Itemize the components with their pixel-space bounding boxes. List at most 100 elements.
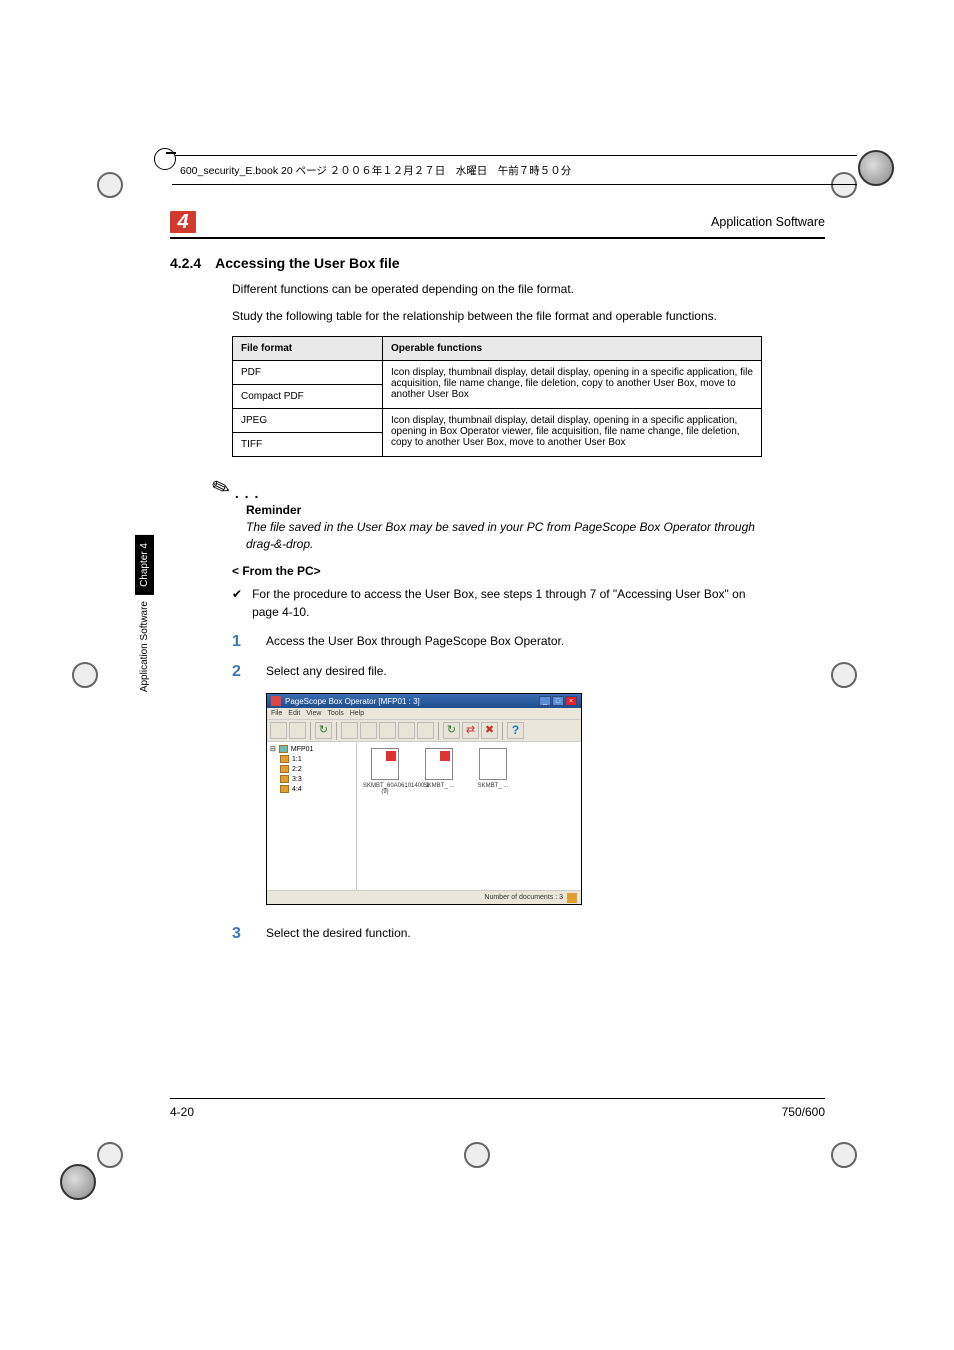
crop-mark-icon [90,1135,130,1175]
folder-icon [280,755,289,763]
menu-item[interactable]: File [271,710,282,717]
menu-item[interactable]: View [306,710,321,717]
step-text: Access the User Box through PageScope Bo… [266,633,564,651]
menu-item[interactable]: Tools [327,710,343,717]
toolbar-button[interactable] [270,722,287,739]
toolbar-button[interactable] [379,722,396,739]
expand-icon[interactable]: ⊟ [270,745,276,753]
page-number: 4-20 [170,1105,194,1119]
chapter-badge: 4 [170,211,196,233]
folder-icon [280,765,289,773]
table-cell: Compact PDF [233,384,383,408]
toolbar-separator [438,722,439,740]
pdf-file-icon [371,748,399,780]
step: 1 Access the User Box through PageScope … [232,633,765,651]
doc-header-text: 600_security_E.book 20 ページ ２００６年１２月２７日 水… [180,163,571,178]
tree-item[interactable]: 4:4 [270,785,353,793]
toolbar-button[interactable] [289,722,306,739]
menu-item[interactable]: Help [350,710,364,717]
paragraph: Different functions can be operated depe… [232,281,765,298]
registration-dot-icon [858,150,894,186]
crop-mark-icon [824,655,864,695]
help-icon[interactable]: ? [507,722,524,739]
status-icon [567,893,577,903]
checklist-item: ✔ For the procedure to access the User B… [232,586,765,621]
running-header: 4 Application Software [170,211,825,239]
section-heading: 4.2.4 Accessing the User Box file [170,255,765,271]
table-cell: TIFF [233,432,383,456]
toolbar-button[interactable]: ⇄ [462,722,479,739]
table-cell: Icon display, thumbnail display, detail … [383,408,762,456]
pdf-file-icon [425,748,453,780]
app-screenshot: PageScope Box Operator [MFP01 : 3] _ □ ×… [266,693,582,905]
table-cell: JPEG [233,408,383,432]
side-section-label: Application Software [135,595,154,702]
tree-item[interactable]: 2:2 [270,765,353,773]
crop-mark-icon [65,655,105,695]
table-header: File format [233,336,383,360]
checklist-text: For the procedure to access the User Box… [252,586,765,621]
section-number: 4.2.4 [170,255,201,271]
device-icon [279,745,288,753]
file-panel: SKMBT_60A06101400.1 (9) SKMBT_ ... SKMBT… [357,742,581,892]
table-header: Operable functions [383,336,762,360]
status-text: Number of documents : 3 [484,894,563,901]
subheading: < From the PC> [232,564,765,578]
tree-label: 4:4 [292,786,302,793]
toolbar-separator [336,722,337,740]
note-icon: ✎ [208,472,234,503]
tree-item[interactable]: 1:1 [270,755,353,763]
app-icon [271,696,281,706]
minimize-button[interactable]: _ [539,696,551,706]
refresh-icon[interactable]: ↻ [315,722,332,739]
side-chapter-label: Chapter 4 [135,535,154,595]
step-text: Select any desired file. [266,663,387,681]
file-name: SKMBT_60A06101400.1 (9) [363,783,407,795]
toolbar-separator [310,722,311,740]
file-item[interactable]: SKMBT_60A06101400.1 (9) [363,748,407,795]
toolbar-button[interactable] [417,722,434,739]
maximize-button[interactable]: □ [552,696,564,706]
toolbar-button[interactable] [398,722,415,739]
toolbar-button[interactable]: ↻ [443,722,460,739]
reminder-block: ✎ . . . Reminder The file saved in the U… [232,475,765,553]
step-number: 1 [232,633,244,651]
file-icon [479,748,507,780]
file-name: SKMBT_ ... [471,783,515,789]
menubar: File Edit View Tools Help [267,708,581,720]
step-text: Select the desired function. [266,925,411,943]
paragraph: Study the following table for the relati… [232,308,765,325]
step: 2 Select any desired file. [232,663,765,681]
format-table: File format Operable functions PDF Icon … [232,336,762,457]
table-cell: PDF [233,360,383,384]
bookmark-icon [154,148,176,170]
ellipsis-icon: . . . [235,485,259,501]
reminder-text: The file saved in the User Box may be sa… [246,519,765,553]
step-number: 2 [232,663,244,681]
delete-icon[interactable]: ✖ [481,722,498,739]
file-item[interactable]: SKMBT_ ... [471,748,515,789]
page-footer: 4-20 750/600 [170,1098,825,1119]
running-title: Application Software [206,215,825,229]
tree-label: 3:3 [292,776,302,783]
window-title: PageScope Box Operator [MFP01 : 3] [285,697,420,706]
step: 3 Select the desired function. [232,925,765,943]
crop-mark-icon [90,165,130,205]
tree-label: 2:2 [292,766,302,773]
doc-header-bar: 600_security_E.book 20 ページ ２００６年１２月２７日 水… [172,155,857,185]
menu-item[interactable]: Edit [288,710,300,717]
page: 600_security_E.book 20 ページ ２００６年１２月２７日 水… [135,145,825,1145]
file-item[interactable]: SKMBT_ ... [417,748,461,789]
registration-dot-icon [60,1164,96,1200]
check-icon: ✔ [232,586,242,621]
tree-label: MFP01 [291,746,314,753]
toolbar-button[interactable] [341,722,358,739]
file-name: SKMBT_ ... [417,783,461,789]
model-number: 750/600 [782,1105,825,1119]
tree-item[interactable]: 3:3 [270,775,353,783]
tree-root[interactable]: ⊟ MFP01 [270,745,353,753]
toolbar-button[interactable] [360,722,377,739]
close-button[interactable]: × [565,696,577,706]
window-titlebar: PageScope Box Operator [MFP01 : 3] _ □ × [267,694,581,708]
tree-label: 1:1 [292,756,302,763]
